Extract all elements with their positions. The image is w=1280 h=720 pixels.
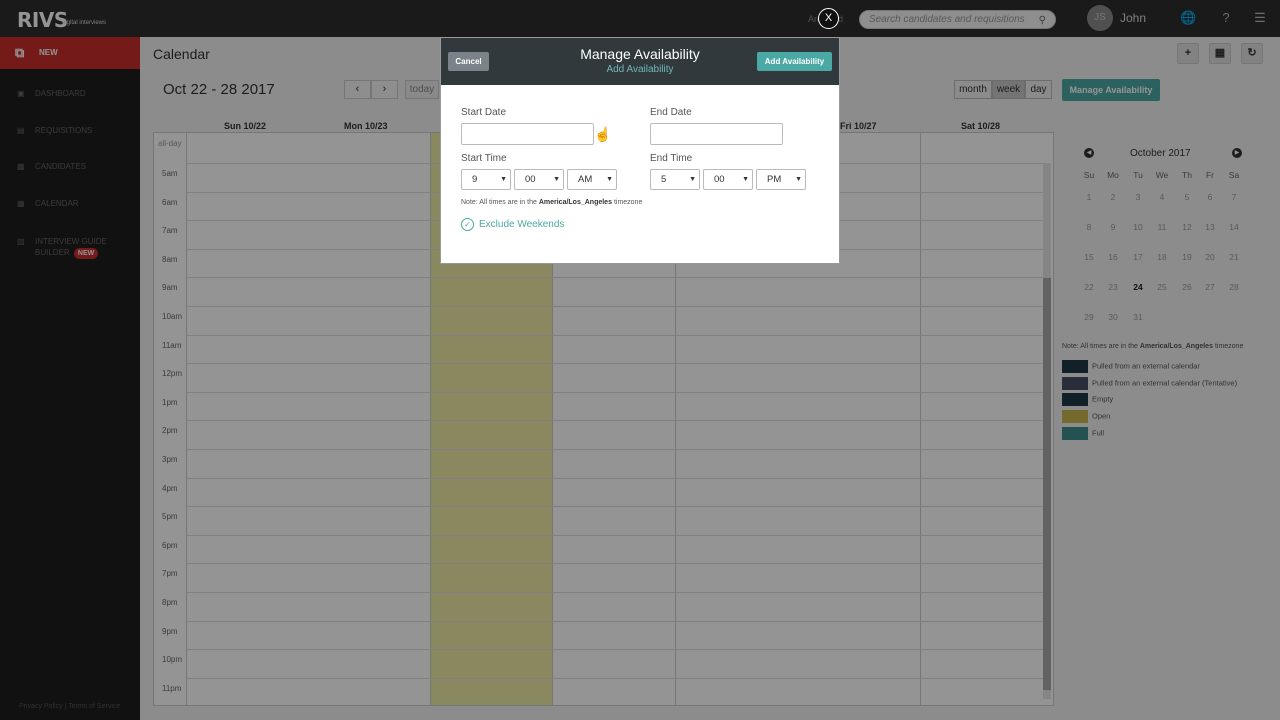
start-minute-value: 00 <box>525 174 536 185</box>
modal-timezone-name: America/Los_Angeles <box>538 199 612 206</box>
modal-note-prefix: Note: All times are in the <box>461 199 537 206</box>
start-hour-value: 9 <box>472 174 478 185</box>
end-hour-select[interactable]: 5 ▼ <box>650 169 700 190</box>
start-ampm-value: AM <box>578 174 593 185</box>
hand-cursor-icon: ☝ <box>594 126 612 142</box>
start-ampm-select[interactable]: AM ▼ <box>567 169 617 190</box>
caret-down-icon: ▼ <box>795 176 802 183</box>
end-date-input[interactable] <box>650 123 783 145</box>
manage-availability-modal: Manage Availability Add Availability Can… <box>440 37 840 264</box>
caret-down-icon: ▼ <box>500 176 507 183</box>
end-ampm-select[interactable]: PM ▼ <box>756 169 806 190</box>
modal-note-suffix: timezone <box>613 199 643 206</box>
modal-timezone-note: Note: All times are in the America/Los_A… <box>461 199 642 206</box>
close-modal-button[interactable]: X <box>818 8 839 29</box>
start-minute-select[interactable]: 00 ▼ <box>514 169 564 190</box>
end-hour-value: 5 <box>661 174 667 185</box>
start-date-input[interactable] <box>461 123 594 145</box>
end-minute-select[interactable]: 00 ▼ <box>703 169 753 190</box>
start-time-label: Start Time <box>461 153 507 164</box>
caret-down-icon: ▼ <box>689 176 696 183</box>
end-time-label: End Time <box>650 153 693 164</box>
end-ampm-value: PM <box>767 174 782 185</box>
cancel-button[interactable]: Cancel <box>448 52 489 71</box>
exclude-weekends-checkbox[interactable]: ✓ Exclude Weekends <box>461 218 564 231</box>
modal-header: Manage Availability Add Availability Can… <box>441 38 839 85</box>
start-date-label: Start Date <box>461 107 507 118</box>
end-date-label: End Date <box>650 107 692 118</box>
caret-down-icon: ▼ <box>742 176 749 183</box>
add-availability-button[interactable]: Add Availability <box>757 52 832 71</box>
start-hour-select[interactable]: 9 ▼ <box>461 169 511 190</box>
exclude-weekends-label: Exclude Weekends <box>479 219 565 231</box>
end-minute-value: 00 <box>714 174 725 185</box>
caret-down-icon: ▼ <box>606 176 613 183</box>
checkmark-icon: ✓ <box>461 218 474 231</box>
caret-down-icon: ▼ <box>553 176 560 183</box>
